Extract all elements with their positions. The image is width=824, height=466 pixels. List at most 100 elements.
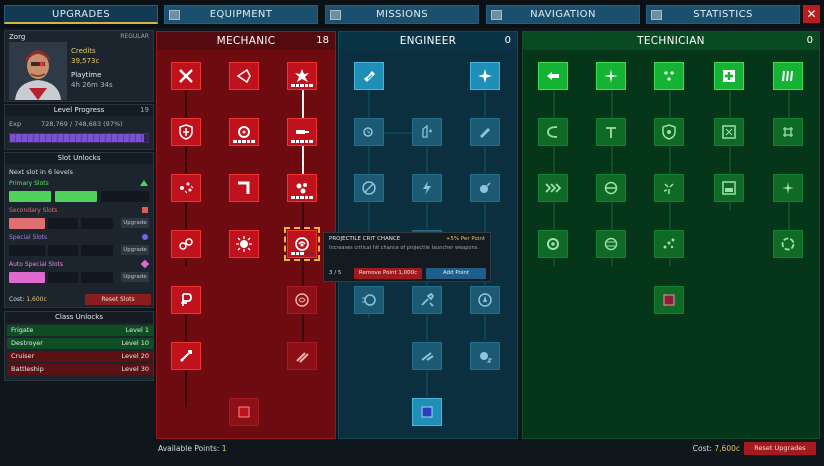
- tech-line-col5a: [788, 90, 790, 120]
- tooltip-rank: 3 / 5: [329, 270, 342, 276]
- eng-node-blade[interactable]: [470, 118, 500, 146]
- pilot-name: Zorg: [9, 33, 26, 41]
- special-slot-3: [81, 245, 113, 256]
- credits-label: Credits: [71, 47, 96, 55]
- credits-value: 39,573c: [71, 57, 100, 65]
- tab-statistics[interactable]: Statistics: [646, 5, 800, 24]
- eng-node-armor[interactable]: [354, 62, 384, 90]
- refresh-icon: [781, 237, 795, 251]
- mech-node-spread[interactable]: [171, 174, 201, 202]
- class-unlocks-title: Class Unlocks: [5, 312, 153, 323]
- mechanic-title: Mechanic: [157, 32, 335, 50]
- mech-node-credits[interactable]: [171, 286, 201, 314]
- auto-special-slot-3: [81, 272, 113, 283]
- tech-node-sparkle[interactable]: [654, 174, 684, 202]
- eng-node-no-entry[interactable]: [354, 174, 384, 202]
- close-icon: ✕: [806, 7, 817, 21]
- crit-target-icon: [295, 237, 309, 251]
- tech-node-bars[interactable]: [773, 62, 803, 90]
- reset-upgrades-button[interactable]: Reset Upgrades: [744, 442, 816, 455]
- eng-node-compass[interactable]: [470, 286, 500, 314]
- eng-node-dash[interactable]: [354, 286, 384, 314]
- secondary-slot-1: [9, 218, 45, 229]
- tech-node-fast-forward[interactable]: [538, 174, 568, 202]
- tech-node-capstone[interactable]: [654, 286, 684, 314]
- eng-node-lightning[interactable]: [412, 174, 442, 202]
- mech-node-crit-burst[interactable]: [287, 62, 317, 90]
- eng-node-capstone[interactable]: [412, 398, 442, 426]
- mech-node-vortex[interactable]: [287, 286, 317, 314]
- mech-node-tools[interactable]: [171, 62, 201, 90]
- close-button[interactable]: ✕: [803, 5, 820, 23]
- pilot-profile: Zorg Regular Credits 39,573c Playtime 4h…: [4, 30, 154, 102]
- tech-node-scatter[interactable]: [654, 62, 684, 90]
- tech-node-module[interactable]: [714, 118, 744, 146]
- add-point-button[interactable]: Add Point: [426, 268, 486, 279]
- eng-node-bomb[interactable]: [470, 174, 500, 202]
- special-slot-icon: [142, 234, 148, 240]
- spread-icon: [180, 182, 194, 194]
- grid-icon: [783, 127, 793, 137]
- level-number: 19: [140, 106, 149, 114]
- special-slots-label: Special Slots: [9, 234, 48, 241]
- mech-node-drone[interactable]: [229, 62, 259, 90]
- tech-node-drawer[interactable]: [714, 174, 744, 202]
- tab-equipment[interactable]: Equipment: [164, 5, 318, 24]
- technician-tree: Technician 0: [522, 31, 820, 439]
- eng-node-star[interactable]: [470, 62, 500, 90]
- tech-node-cycle-2[interactable]: [596, 230, 626, 258]
- mech-node-burst[interactable]: [229, 230, 259, 258]
- corner-icon: [238, 181, 250, 194]
- eng-node-flare[interactable]: [412, 342, 442, 370]
- remove-point-button[interactable]: Remove Point 1,000c: [354, 268, 422, 279]
- tab-missions[interactable]: Missions: [325, 5, 479, 24]
- technician-points: 0: [806, 35, 813, 46]
- bomb-icon: [480, 182, 491, 193]
- primary-slot-3: [101, 191, 149, 202]
- available-points: Available Points: 1: [158, 444, 227, 453]
- tech-node-cycle[interactable]: [596, 174, 626, 202]
- bars-icon: [782, 70, 793, 82]
- mech-node-shield[interactable]: [171, 118, 201, 146]
- exp-bar-fill: [10, 134, 144, 142]
- mech-node-cluster[interactable]: [287, 174, 317, 202]
- tech-node-antenna[interactable]: [596, 118, 626, 146]
- mech-node-projectile-crit[interactable]: [284, 227, 320, 261]
- mech-node-repair[interactable]: [229, 118, 259, 146]
- auto-special-upgrade-button[interactable]: Upgrade: [121, 272, 149, 282]
- mech-node-cluster-pips: [291, 196, 313, 199]
- tech-node-beam[interactable]: [538, 62, 568, 90]
- eng-node-tool[interactable]: [412, 286, 442, 314]
- engineer-title: Engineer: [339, 32, 517, 50]
- mech-node-chain[interactable]: [171, 230, 201, 258]
- skill-tooltip: Projectile Crit Chance +5% Per Point Inc…: [323, 232, 491, 282]
- tech-node-burst[interactable]: [773, 174, 803, 202]
- mech-node-rockets[interactable]: [287, 342, 317, 370]
- mech-node-missile[interactable]: [171, 342, 201, 370]
- tech-node-arc[interactable]: [538, 118, 568, 146]
- slot-unlocks: Slot Unlocks Next slot in 6 levels Prima…: [4, 152, 154, 308]
- tab-upgrades[interactable]: Upgrades: [4, 5, 158, 24]
- mechanic-line-lit-2: [302, 146, 304, 176]
- mech-node-corner[interactable]: [229, 174, 259, 202]
- tech-node-refresh[interactable]: [773, 230, 803, 258]
- tech-node-medkit[interactable]: [714, 62, 744, 90]
- tech-node-cog[interactable]: [538, 230, 568, 258]
- mech-node-cannon[interactable]: [287, 118, 317, 146]
- mech-node-capstone[interactable]: [229, 398, 259, 426]
- eng-node-boost[interactable]: [412, 118, 442, 146]
- eng-node-timer[interactable]: [354, 118, 384, 146]
- secondary-upgrade-button[interactable]: Upgrade: [121, 218, 149, 228]
- tooltip-description: Increases critical hit chance of project…: [329, 245, 479, 251]
- tech-node-dots[interactable]: [654, 230, 684, 258]
- reset-slots-button[interactable]: Reset Slots: [85, 294, 151, 305]
- special-upgrade-button[interactable]: Upgrade: [121, 245, 149, 255]
- eng-node-bomb-2[interactable]: [470, 342, 500, 370]
- mechanic-points: 18: [316, 35, 329, 46]
- tech-node-grid[interactable]: [773, 118, 803, 146]
- primary-slots-label: Primary Slots: [9, 180, 49, 187]
- tech-node-spark[interactable]: [596, 62, 626, 90]
- mechanic-line-lit-1: [302, 90, 304, 120]
- tab-navigation[interactable]: Navigation: [486, 5, 640, 24]
- tech-node-shield[interactable]: [654, 118, 684, 146]
